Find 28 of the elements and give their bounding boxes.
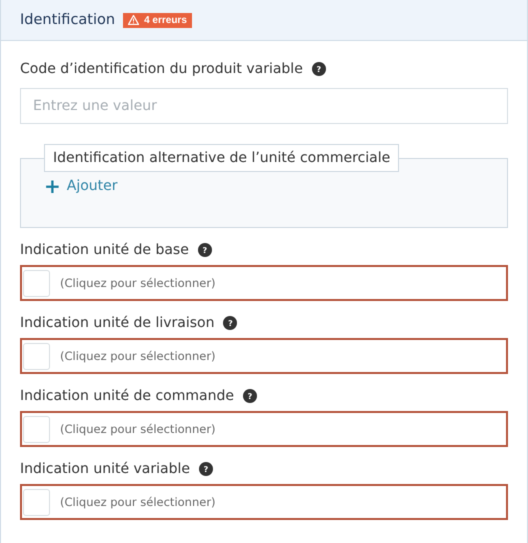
help-icon[interactable]: ? [312, 62, 326, 76]
help-icon[interactable]: ? [242, 389, 257, 403]
add-button[interactable]: + Ajouter [44, 176, 118, 196]
group-legend: Identification alternative de l’unité commerciale [44, 144, 400, 172]
swatch-box [23, 416, 50, 442]
field-label: Indication unité de commande [20, 388, 234, 404]
help-icon[interactable]: ? [223, 316, 238, 330]
section-title: Identification [20, 12, 116, 28]
input-field[interactable]: Entrez une valeur [20, 88, 508, 124]
select-field[interactable]: (Cliquez pour sélectionner) [20, 338, 508, 374]
select-field[interactable]: (Cliquez pour sélectionner) [20, 411, 508, 447]
swatch-box [23, 270, 50, 296]
help-icon[interactable]: ? [199, 462, 213, 476]
field-label: Indication unité de base [20, 242, 189, 258]
select-placeholder: (Cliquez pour sélectionner) [60, 422, 216, 436]
field-label: Indication unité variable [20, 461, 190, 477]
swatch-box [23, 488, 50, 516]
warning-icon [128, 15, 140, 25]
select-field[interactable]: (Cliquez pour sélectionner) [20, 265, 508, 301]
field-label: Code d’identification du produit variable [20, 61, 303, 77]
select-placeholder: (Cliquez pour sélectionner) [60, 276, 216, 290]
select-field[interactable]: (Cliquez pour sélectionner) [20, 484, 508, 520]
help-icon[interactable]: ? [198, 243, 212, 257]
swatch-box [23, 342, 50, 370]
select-placeholder: (Cliquez pour sélectionner) [60, 349, 216, 363]
error-badge: 4 erreurs [123, 12, 192, 28]
select-placeholder: (Cliquez pour sélectionner) [60, 495, 216, 509]
field-label: Indication unité de livraison [20, 315, 214, 331]
